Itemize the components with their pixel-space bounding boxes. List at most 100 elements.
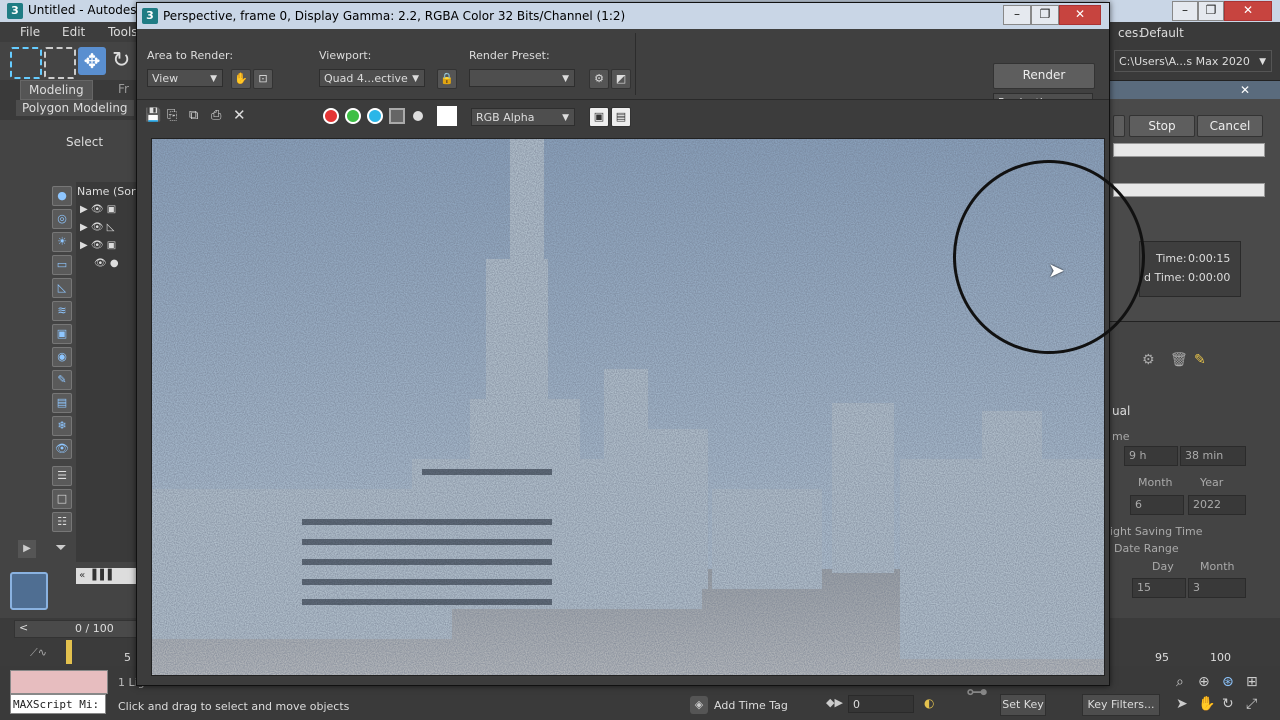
key-filters-button[interactable]: Key Filters... <box>1082 694 1160 716</box>
edit-icon[interactable]: ✎ <box>1194 352 1206 368</box>
cancel-button[interactable]: Cancel <box>1197 115 1263 137</box>
add-time-tag[interactable]: Add Time Tag <box>714 699 788 712</box>
channel-display-dropdown[interactable]: RGB Alpha ▼ <box>471 108 575 126</box>
render-preset-dropdown[interactable]: ▼ <box>469 69 575 87</box>
stop-button[interactable]: Stop <box>1129 115 1195 137</box>
tab-modeling[interactable]: Modeling <box>20 80 93 100</box>
xref-icon[interactable]: ◉ <box>52 347 72 367</box>
arrows-icon[interactable]: ◆▶ <box>826 696 843 709</box>
toggle-ui-overlay-icon[interactable]: ▣ <box>589 107 609 127</box>
background-color-swatch[interactable] <box>437 106 457 126</box>
filter-icon[interactable]: ⏷ <box>52 539 70 557</box>
menu-tools[interactable]: Tools <box>108 25 138 39</box>
panel-icon[interactable]: ⚙ <box>1142 352 1155 368</box>
render-setup-icon[interactable]: ⚙ <box>589 69 609 89</box>
trash-icon[interactable]: 🗑 <box>1170 352 1188 368</box>
maxscript-listener-input[interactable]: MAXScript Mi: <box>10 694 106 714</box>
layer-icon[interactable]: ☰ <box>52 466 72 486</box>
minute-field[interactable]: 38 min <box>1180 446 1246 466</box>
scene-scrollbar[interactable]: « ▐▐▐ <box>76 568 136 584</box>
color-swatch[interactable] <box>10 572 48 610</box>
menu-file[interactable]: File <box>20 25 40 39</box>
container-icon[interactable]: ▤ <box>52 393 72 413</box>
day-field[interactable]: 15 <box>1132 578 1186 598</box>
time-marker[interactable] <box>66 640 72 664</box>
fov-icon[interactable]: ⊞ <box>1246 674 1258 690</box>
scene-row-2[interactable]: ▶ 👁 ◺ <box>80 222 114 233</box>
scene-row-1[interactable]: ▶ 👁 ▣ <box>80 204 116 215</box>
clear-image-icon[interactable]: ✕ <box>233 106 246 124</box>
bone-icon[interactable]: ✎ <box>52 370 72 390</box>
app-minimize-icon[interactable]: – <box>1172 1 1198 21</box>
progress-close-icon[interactable]: ✕ <box>1227 81 1263 99</box>
scene-list-header[interactable]: Name (Sort <box>77 185 140 198</box>
tab-freeform[interactable]: Fr <box>110 80 137 98</box>
walk-icon[interactable]: ➤ <box>1176 696 1188 712</box>
shapes-icon[interactable]: ◎ <box>52 209 72 229</box>
blue-channel-toggle[interactable] <box>367 108 383 124</box>
green-channel-toggle[interactable] <box>345 108 361 124</box>
scene-row-light[interactable]: 👁 ● <box>94 258 119 269</box>
monochrome-toggle[interactable] <box>413 111 423 121</box>
time-slider[interactable]: < 0 / 100 <box>14 620 138 638</box>
red-channel-toggle[interactable] <box>323 108 339 124</box>
project-path-dropdown[interactable]: C:\Users\A...s Max 2020 ▼ <box>1114 50 1272 72</box>
month-field[interactable]: 6 <box>1130 495 1184 515</box>
maxscript-listener-output[interactable] <box>10 670 108 694</box>
viewport-dropdown[interactable]: Quad 4...ective ▼ <box>319 69 425 87</box>
year-field[interactable]: 2022 <box>1188 495 1246 515</box>
set-key-button[interactable]: Set Key <box>1000 694 1046 716</box>
auto-region-icon[interactable]: ⊡ <box>253 69 273 89</box>
camera-icon[interactable]: ▭ <box>52 255 72 275</box>
curve-icon[interactable]: ⟋∿ <box>30 646 47 660</box>
blank-icon[interactable]: □ <box>52 489 72 509</box>
scene-row-3[interactable]: ▶ 👁 ▣ <box>80 240 116 251</box>
pause-button-partial[interactable] <box>1113 115 1125 137</box>
hour-field[interactable]: 9 h <box>1124 446 1178 466</box>
pan-icon[interactable]: ✋ <box>1198 696 1215 712</box>
mode-value[interactable]: ual <box>1112 404 1130 418</box>
month-field-2[interactable]: 3 <box>1188 578 1246 598</box>
orbit-subobject-icon[interactable]: ↻ <box>1222 696 1234 712</box>
helper-icon[interactable]: ◺ <box>52 278 72 298</box>
workspace-value[interactable]: Default <box>1140 26 1184 40</box>
edit-region-icon[interactable]: ✋ <box>231 69 251 89</box>
select-object-icon[interactable] <box>10 47 42 79</box>
app-close-icon[interactable]: ✕ <box>1224 1 1272 21</box>
move-icon[interactable]: ✥ <box>78 47 106 75</box>
render-close-icon[interactable]: ✕ <box>1059 5 1101 25</box>
render-window-titlebar[interactable]: 3 Perspective, frame 0, Display Gamma: 2… <box>137 3 1109 29</box>
alpha-channel-toggle[interactable] <box>389 108 405 124</box>
zoom-all-icon[interactable]: ⊕ <box>1198 674 1210 690</box>
render-minimize-icon[interactable]: – <box>1003 5 1031 25</box>
menu-edit[interactable]: Edit <box>62 25 85 39</box>
time-tag-icon[interactable]: ◈ <box>690 696 708 714</box>
render-button[interactable]: Render <box>993 63 1095 89</box>
zoom-icon[interactable]: ⌕ <box>1176 674 1184 690</box>
copy-image-icon[interactable]: ⎘ <box>167 108 177 123</box>
environment-effects-icon[interactable]: ◩ <box>611 69 631 89</box>
render-maximize-icon[interactable]: ❐ <box>1031 5 1059 25</box>
visibility-icon[interactable]: 👁 <box>52 439 72 459</box>
spacewarp-icon[interactable]: ≋ <box>52 301 72 321</box>
toggle-ui-icon[interactable]: ▤ <box>611 107 631 127</box>
clone-window-icon[interactable]: ⧉ <box>189 108 198 123</box>
light-icon[interactable]: ☀ <box>52 232 72 252</box>
polygon-modeling-tab[interactable]: Polygon Modeling <box>16 100 134 116</box>
lock-icon[interactable]: 🔒 <box>437 69 457 89</box>
app-maximize-icon[interactable]: ❐ <box>1198 1 1224 21</box>
sphere-icon[interactable]: ● <box>52 186 72 206</box>
save-image-icon[interactable]: 💾 <box>145 108 161 123</box>
key-mode-icon[interactable]: ◐ <box>924 696 934 710</box>
maximize-viewport-icon[interactable]: ⤢ <box>1246 696 1257 712</box>
play-icon[interactable]: ▶ <box>18 540 36 558</box>
select-menu[interactable]: Select <box>66 135 103 149</box>
print-image-icon[interactable]: ⎙ <box>211 108 221 123</box>
area-to-render-dropdown[interactable]: View ▼ <box>147 69 223 87</box>
select-region-icon[interactable] <box>44 47 76 79</box>
group-icon[interactable]: ▣ <box>52 324 72 344</box>
freeze-icon[interactable]: ❄ <box>52 416 72 436</box>
frame-field[interactable]: 0 <box>848 695 914 713</box>
list-icon[interactable]: ☷ <box>52 512 72 532</box>
orbit-icon[interactable]: ⊛ <box>1222 674 1234 690</box>
